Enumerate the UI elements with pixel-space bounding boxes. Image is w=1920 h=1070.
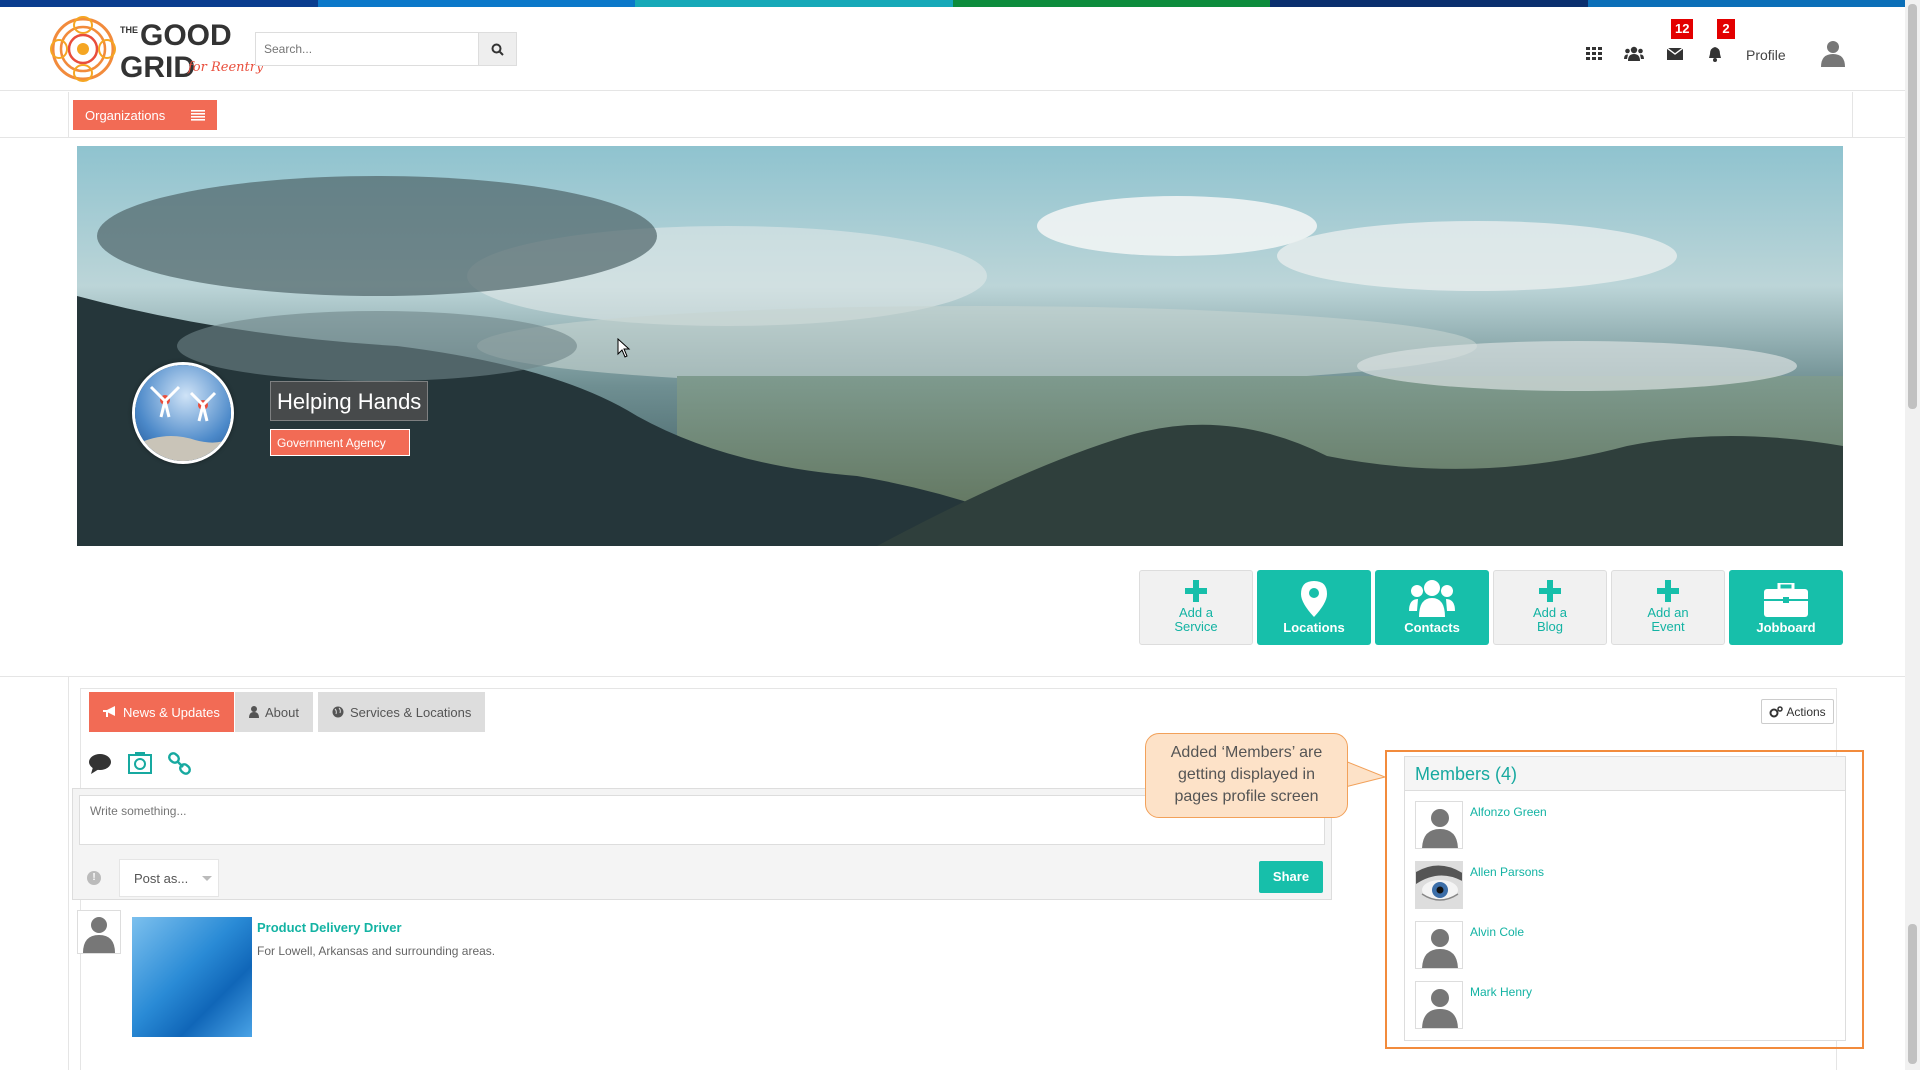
- globe-icon: [332, 706, 344, 718]
- members-title: Members (4): [1405, 757, 1845, 791]
- member-avatar[interactable]: [1415, 801, 1463, 849]
- organization-type-badge: Government Agency: [270, 429, 410, 456]
- profile-link[interactable]: Profile: [1746, 47, 1786, 63]
- post-thumbnail[interactable]: [132, 917, 252, 1037]
- section-divider: [0, 676, 1905, 677]
- tile-label: Add an: [1647, 605, 1689, 620]
- post-title-link[interactable]: Product Delivery Driver: [257, 920, 402, 935]
- organization-avatar: [132, 362, 234, 464]
- callout-pointer: [1345, 760, 1387, 788]
- user-icon: [249, 706, 259, 718]
- tab-about[interactable]: About: [235, 692, 313, 732]
- users-icon[interactable]: [1624, 44, 1644, 64]
- post-as-dropdown[interactable]: Post as...: [119, 859, 219, 897]
- photo-icon[interactable]: [128, 752, 152, 776]
- tile-label: Add a: [1179, 605, 1213, 620]
- member-avatar[interactable]: [1415, 981, 1463, 1029]
- actions-label: Actions: [1786, 704, 1826, 719]
- notifications-badge: 2: [1717, 19, 1735, 39]
- organizations-menu-button[interactable]: Organizations: [73, 100, 217, 130]
- jobboard-tile[interactable]: Jobboard: [1729, 570, 1843, 645]
- cover-banner-image: [77, 146, 1843, 546]
- tile-label: Blog: [1536, 619, 1564, 634]
- tile-label: Add a: [1533, 605, 1567, 620]
- plus-icon: [1657, 580, 1679, 602]
- page-scrollbar[interactable]: [1905, 0, 1920, 1070]
- link-icon[interactable]: [168, 752, 192, 776]
- plus-icon: [1539, 580, 1561, 602]
- member-name-link[interactable]: Alfonzo Green: [1470, 805, 1547, 819]
- tab-label: About: [265, 704, 299, 720]
- scrollbar-thumb-secondary[interactable]: [1908, 924, 1917, 1064]
- post-author-avatar[interactable]: [77, 910, 121, 954]
- site-header: THE GOOD GRID for Reentry Search... 12 2…: [0, 7, 1905, 91]
- info-icon[interactable]: !: [87, 871, 101, 885]
- add-service-tile[interactable]: Add a Service: [1139, 570, 1253, 645]
- add-event-tile[interactable]: Add an Event: [1611, 570, 1725, 645]
- member-item[interactable]: Mark Henry: [1415, 981, 1835, 1029]
- member-name-link[interactable]: Mark Henry: [1470, 985, 1532, 999]
- member-avatar[interactable]: [1415, 921, 1463, 969]
- top-color-stripe: [0, 0, 1905, 7]
- user-avatar[interactable]: [1818, 37, 1848, 67]
- envelope-icon[interactable]: [1665, 44, 1685, 64]
- tab-label: Services & Locations: [350, 704, 472, 720]
- bullhorn-icon: [103, 706, 115, 717]
- tab-label: News & Updates: [123, 704, 220, 720]
- site-logo[interactable]: THE GOOD GRID for Reentry: [48, 11, 268, 91]
- tab-news-updates[interactable]: News & Updates: [89, 692, 234, 732]
- callout-line: pages profile screen: [1174, 788, 1319, 805]
- post-textarea[interactable]: [79, 795, 1325, 845]
- annotation-callout: Added ‘Members’ are getting displayed in…: [1145, 733, 1348, 818]
- apps-grid-icon[interactable]: [1584, 44, 1604, 64]
- logo-good-text: GOOD: [140, 19, 232, 52]
- search-button[interactable]: [478, 33, 516, 65]
- callout-line: Added ‘Members’ are: [1170, 744, 1323, 761]
- mouse-cursor-icon: [617, 338, 631, 358]
- page: THE GOOD GRID for Reentry Search... 12 2…: [0, 0, 1920, 1070]
- users-icon: [1409, 580, 1455, 617]
- organization-name: Helping Hands: [270, 381, 429, 421]
- member-item[interactable]: Alfonzo Green: [1415, 801, 1835, 849]
- tile-label: Jobboard: [1756, 620, 1816, 635]
- member-item[interactable]: Allen Parsons: [1415, 861, 1835, 909]
- tile-label: Contacts: [1404, 620, 1460, 635]
- tile-label: Locations: [1283, 620, 1345, 635]
- post-as-label: Post as...: [134, 871, 189, 886]
- post-composer: ! Post as... Share: [72, 788, 1332, 900]
- member-avatar[interactable]: [1415, 861, 1463, 909]
- tab-services-locations[interactable]: Services & Locations: [318, 692, 486, 732]
- members-panel: Members (4) Alfonzo Green Allen Parsons: [1404, 756, 1846, 1041]
- bell-icon[interactable]: [1705, 44, 1725, 64]
- search-input[interactable]: [256, 33, 478, 65]
- map-marker-icon: [1301, 581, 1327, 617]
- scrollbar-thumb[interactable]: [1908, 4, 1917, 409]
- search-icon: [491, 43, 504, 56]
- plus-icon: [1185, 580, 1207, 602]
- member-name-link[interactable]: Alvin Cole: [1470, 925, 1524, 939]
- contacts-tile[interactable]: Contacts: [1375, 570, 1489, 645]
- messages-badge: 12: [1671, 19, 1694, 39]
- actions-button[interactable]: Actions: [1761, 699, 1834, 724]
- post-description: For Lowell, Arkansas and surrounding are…: [257, 944, 496, 958]
- briefcase-icon: [1764, 583, 1808, 617]
- add-blog-tile[interactable]: Add a Blog: [1493, 570, 1607, 645]
- sub-navigation-bar: Organizations: [0, 92, 1905, 138]
- locations-tile[interactable]: Locations: [1257, 570, 1371, 645]
- chevron-down-icon: [202, 876, 212, 881]
- logo-grid-text: GRID: [120, 51, 195, 84]
- callout-line: getting displayed in: [1178, 766, 1315, 783]
- gears-icon: [1769, 705, 1784, 717]
- comment-icon[interactable]: [88, 752, 112, 776]
- logo-the-text: THE: [120, 25, 138, 35]
- organizations-label: Organizations: [85, 107, 166, 123]
- tile-label: Event: [1651, 619, 1685, 634]
- member-item[interactable]: Alvin Cole: [1415, 921, 1835, 969]
- member-name-link[interactable]: Allen Parsons: [1470, 865, 1544, 879]
- share-button[interactable]: Share: [1259, 861, 1323, 893]
- logo-tagline: for Reentry: [187, 60, 264, 75]
- hamburger-menu-icon: [191, 110, 205, 121]
- tile-label: Service: [1174, 619, 1218, 634]
- search-box: [255, 32, 517, 66]
